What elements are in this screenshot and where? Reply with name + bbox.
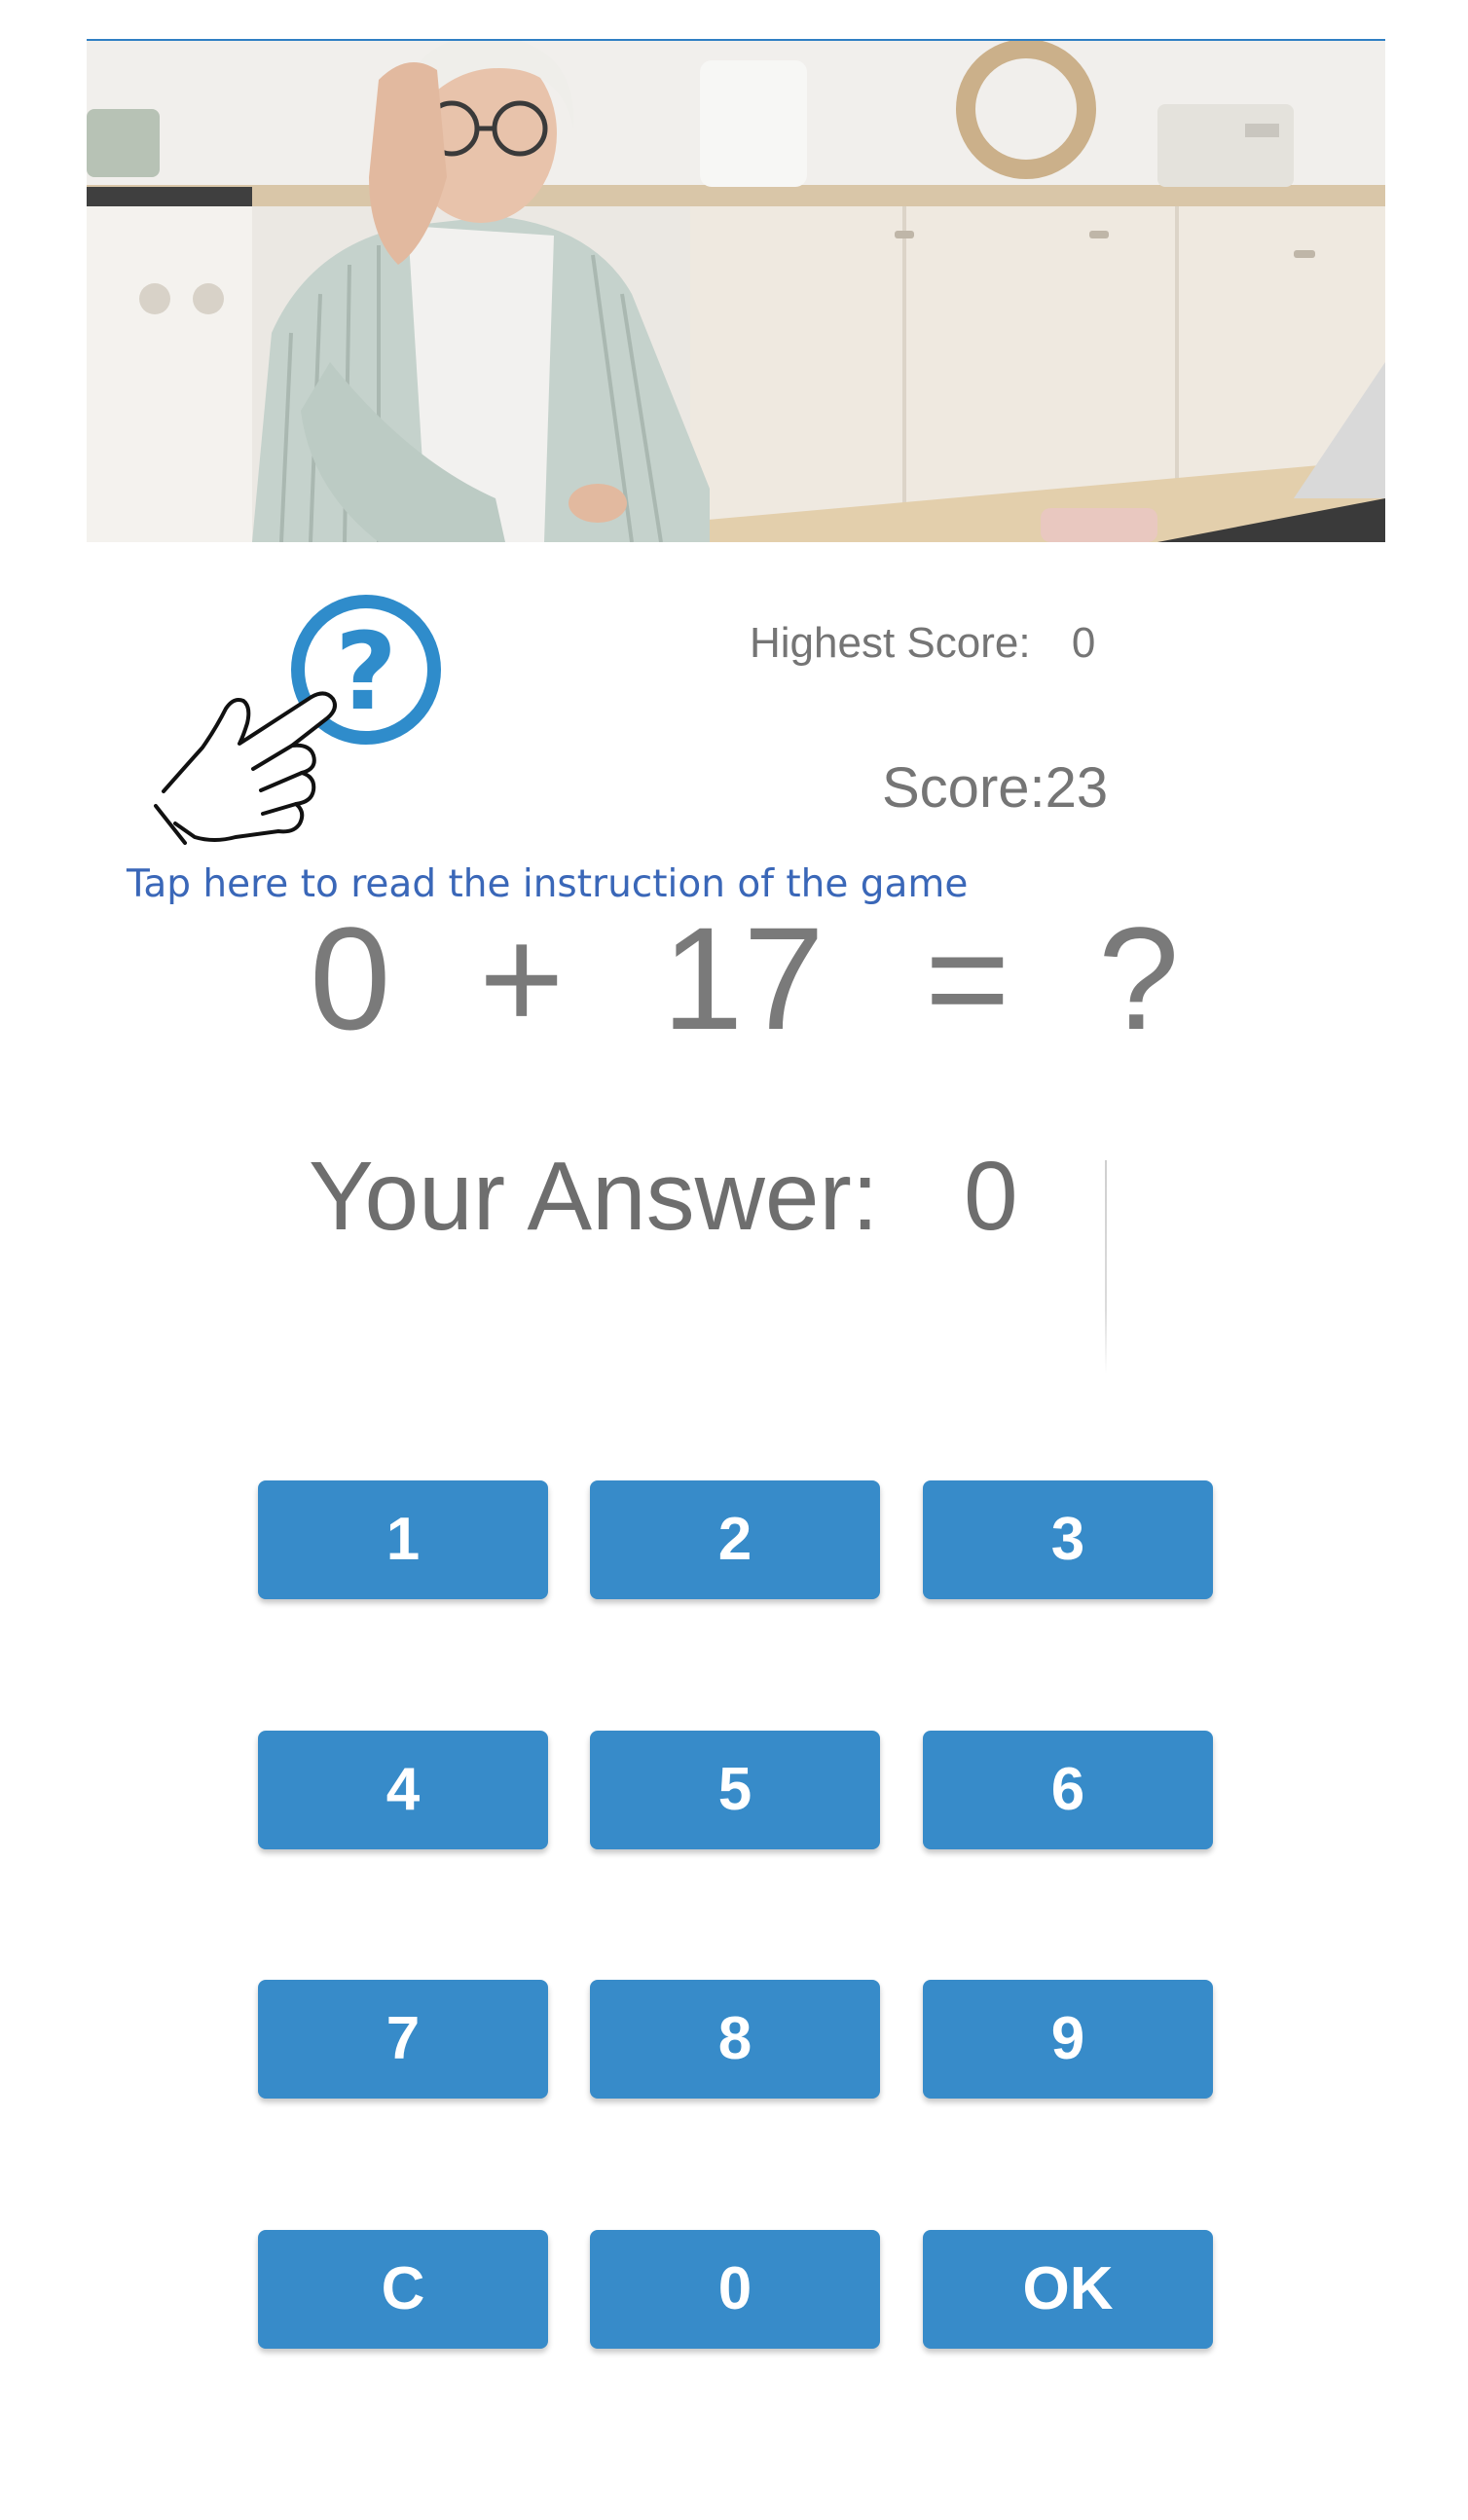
answer-label: Your Answer: [309, 1142, 879, 1251]
highest-score: Highest Score: 0 [750, 619, 1095, 668]
help-hand-icon[interactable]: ? [146, 582, 458, 864]
key-9-button[interactable]: 9 [923, 1980, 1213, 2099]
highest-score-value: 0 [1071, 619, 1096, 667]
operator: + [479, 896, 565, 1060]
key-1-button[interactable]: 1 [258, 1480, 548, 1599]
key-5-button[interactable]: 5 [590, 1731, 880, 1849]
equals-sign: = [925, 896, 1010, 1060]
key-7-button[interactable]: 7 [258, 1980, 548, 2099]
key-0-button[interactable]: 0 [590, 2230, 880, 2349]
key-8-button[interactable]: 8 [590, 1980, 880, 2099]
clear-button[interactable]: C [258, 2230, 548, 2349]
key-2-button[interactable]: 2 [590, 1480, 880, 1599]
answer-field[interactable]: 0 [964, 1141, 1018, 1253]
operand-b: 17 [662, 896, 825, 1060]
header-photo [87, 39, 1385, 542]
key-3-button[interactable]: 3 [923, 1480, 1213, 1599]
key-4-button[interactable]: 4 [258, 1731, 548, 1849]
highest-score-label: Highest Score: [750, 619, 1031, 667]
operand-a: 0 [310, 896, 391, 1060]
help-button[interactable]: ? [146, 582, 458, 864]
kitchen-scene-image [87, 41, 1385, 542]
answer-divider [1105, 1160, 1107, 1374]
current-score: Score:23 [882, 756, 1109, 820]
ok-button[interactable]: OK [923, 2230, 1213, 2349]
svg-text:?: ? [335, 609, 397, 734]
key-6-button[interactable]: 6 [923, 1731, 1213, 1849]
unknown-mark: ? [1098, 896, 1180, 1060]
